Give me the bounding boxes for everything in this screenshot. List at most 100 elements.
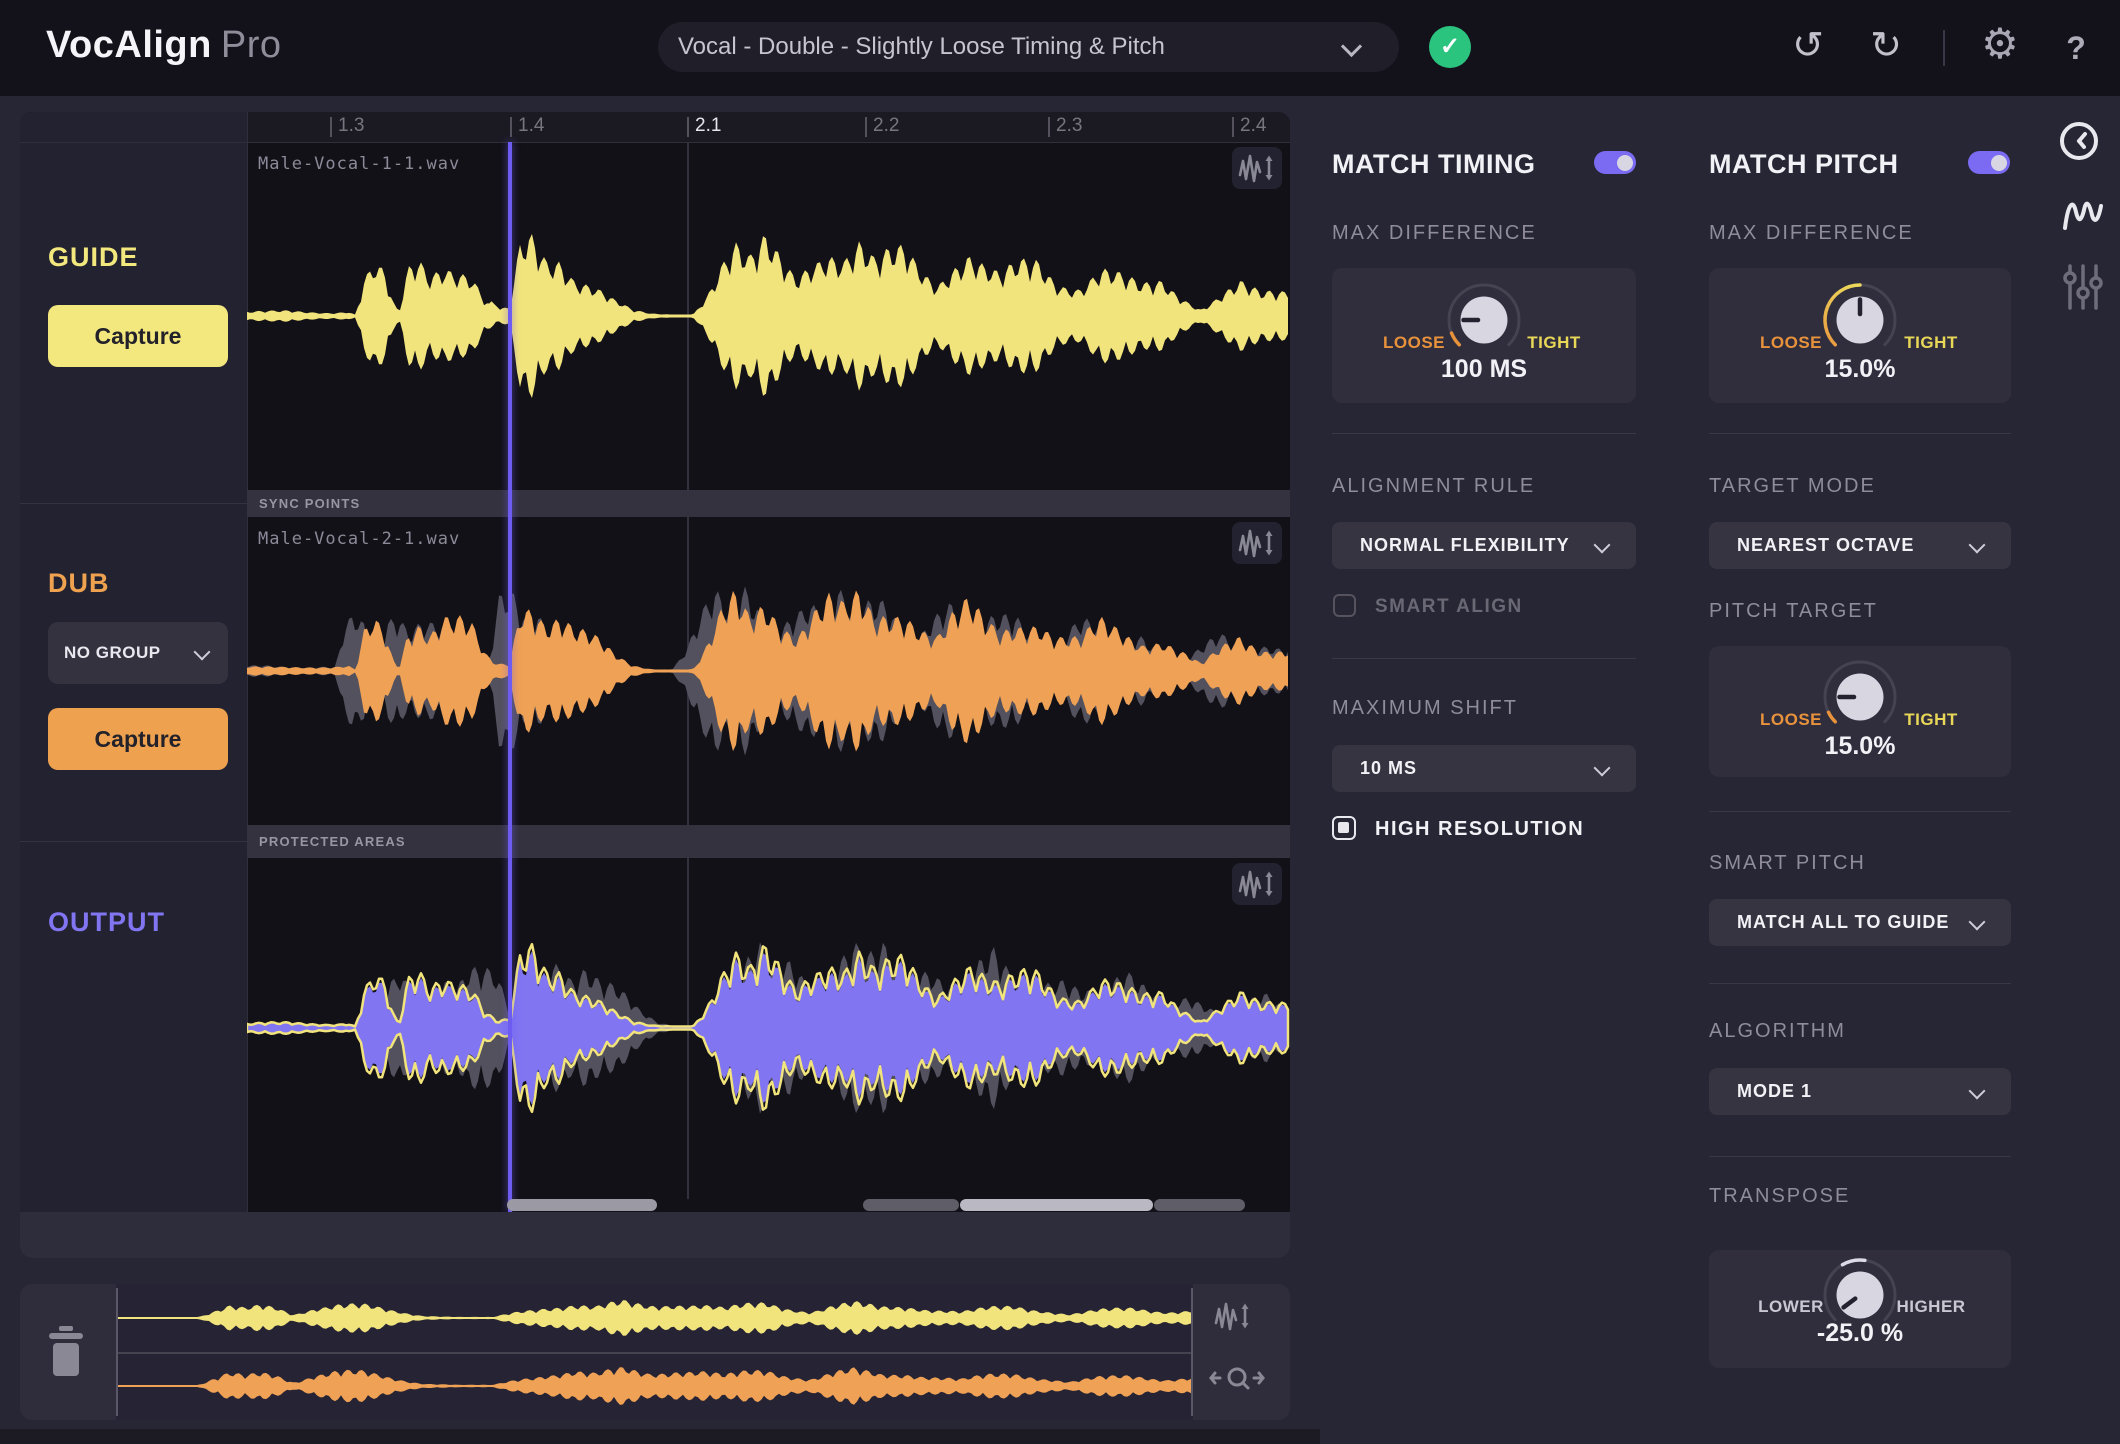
pitch-target-panel: LOOSE TIGHT 15.0% bbox=[1709, 646, 2011, 777]
sidebar-divider bbox=[20, 503, 247, 504]
timing-max-difference-panel: LOOSE TIGHT 100 MS bbox=[1332, 268, 1636, 403]
overview-panel bbox=[20, 1284, 1290, 1420]
chevron-down-icon bbox=[1968, 536, 1986, 554]
timing-view-clock-icon[interactable] bbox=[2056, 118, 2102, 164]
preset-saved-check-icon[interactable]: ✓ bbox=[1429, 26, 1471, 68]
guide-waveform-zoom-button[interactable] bbox=[1232, 147, 1282, 189]
overview-viewport-right-edge[interactable] bbox=[1191, 1288, 1193, 1416]
chevron-down-icon bbox=[1968, 913, 1986, 931]
ruler-tick bbox=[510, 117, 512, 137]
ruler-tick-label: 2.3 bbox=[1056, 115, 1083, 136]
smart-align-label: SMART ALIGN bbox=[1375, 596, 1523, 617]
help-icon[interactable]: ? bbox=[2054, 28, 2098, 72]
ruler-tick bbox=[1232, 117, 1234, 137]
overview-horizontal-zoom-icon[interactable] bbox=[1209, 1358, 1265, 1402]
loose-label: LOOSE bbox=[1759, 710, 1822, 729]
match-timing-toggle[interactable] bbox=[1594, 151, 1636, 174]
guide-track-label: GUIDE bbox=[48, 242, 139, 272]
lower-label: LOWER bbox=[1758, 1297, 1824, 1316]
waveform-vertical-zoom-icon bbox=[1237, 525, 1277, 561]
sync-points-label: SYNC POINTS bbox=[259, 496, 361, 511]
pitch-max-difference-panel: LOOSE TIGHT 15.0% bbox=[1709, 268, 2011, 403]
ruler-tick bbox=[1048, 117, 1050, 137]
protected-areas-strip: PROTECTED AREAS bbox=[247, 825, 1290, 858]
transpose-value: -25.0 % bbox=[1816, 1319, 1904, 1347]
output-waveform[interactable] bbox=[247, 858, 1290, 1199]
settings-sliders-icon[interactable] bbox=[2062, 262, 2104, 312]
chevron-down-icon bbox=[1968, 1082, 1986, 1100]
output-waveform-zoom-button[interactable] bbox=[1232, 863, 1282, 905]
dub-waveform-zoom-button[interactable] bbox=[1232, 522, 1282, 564]
checkbox-fill bbox=[1338, 822, 1349, 833]
track-sidebar: GUIDE Capture DUB NO GROUP Capture OUTPU… bbox=[20, 112, 247, 1212]
sidebar-divider bbox=[20, 841, 247, 842]
maximum-shift-label: MAXIMUM SHIFT bbox=[1332, 697, 1518, 719]
high-resolution-label: HIGH RESOLUTION bbox=[1375, 818, 1585, 840]
preset-dropdown[interactable]: Vocal - Double - Slightly Loose Timing &… bbox=[658, 22, 1399, 72]
target-mode-label: TARGET MODE bbox=[1709, 475, 1876, 497]
tight-label: TIGHT bbox=[1904, 333, 1958, 352]
timing-segment-bars bbox=[247, 1199, 1290, 1213]
guide-waveform[interactable] bbox=[247, 142, 1290, 490]
high-resolution-checkbox[interactable] bbox=[1332, 816, 1356, 840]
section-divider bbox=[1709, 811, 2011, 812]
trash-icon[interactable] bbox=[44, 1326, 88, 1378]
toolbar-divider bbox=[1943, 30, 1945, 66]
waveform-vertical-zoom-icon bbox=[1237, 150, 1277, 186]
guide-capture-button[interactable]: Capture bbox=[48, 305, 228, 367]
section-divider bbox=[1709, 983, 2011, 984]
ruler-tick-label: 1.4 bbox=[518, 115, 545, 136]
tight-label: TIGHT bbox=[1904, 710, 1958, 729]
dub-capture-button[interactable]: Capture bbox=[48, 708, 228, 770]
redo-button[interactable]: ↻ bbox=[1864, 26, 1908, 70]
timing-segment-bar bbox=[863, 1199, 959, 1211]
overview-guide-waveform[interactable] bbox=[116, 1288, 1193, 1348]
loose-label: LOOSE bbox=[1382, 333, 1445, 352]
pitch-view-wave-icon[interactable] bbox=[2060, 190, 2104, 238]
timing-segment-bar bbox=[960, 1199, 1153, 1211]
smart-pitch-dropdown[interactable]: MATCH ALL TO GUIDE bbox=[1709, 899, 2011, 946]
overview-viewport-left-edge[interactable] bbox=[116, 1288, 118, 1416]
dub-group-dropdown[interactable]: NO GROUP bbox=[48, 622, 228, 684]
match-pitch-title: MATCH PITCH bbox=[1709, 149, 1899, 179]
pitch-target-label: PITCH TARGET bbox=[1709, 600, 1878, 622]
alignment-rule-value: NORMAL FLEXIBILITY bbox=[1360, 535, 1570, 555]
app-logo-primary: VocAlign bbox=[46, 24, 212, 66]
guide-file-name: Male-Vocal-1-1.wav bbox=[258, 154, 461, 174]
toggle-knob bbox=[1991, 154, 2007, 171]
transpose-label: TRANSPOSE bbox=[1709, 1185, 1851, 1207]
horizontal-scroll-strip[interactable] bbox=[20, 1212, 1290, 1258]
ruler-tick bbox=[330, 117, 332, 137]
section-divider bbox=[1709, 433, 2011, 434]
maximum-shift-dropdown[interactable]: 10 MS bbox=[1332, 745, 1636, 792]
timing-max-difference-value: 100 MS bbox=[1440, 355, 1528, 383]
match-timing-title: MATCH TIMING bbox=[1332, 149, 1536, 179]
pitch-target-value: 15.0% bbox=[1824, 732, 1896, 760]
overview-waveform-zoom-icon[interactable] bbox=[1213, 1298, 1257, 1342]
app-logo-secondary: Pro bbox=[220, 24, 282, 66]
section-divider bbox=[1332, 658, 1636, 659]
loose-label: LOOSE bbox=[1759, 333, 1822, 352]
undo-button[interactable]: ↺ bbox=[1786, 26, 1830, 70]
playhead[interactable] bbox=[508, 142, 512, 1212]
maximum-shift-value: 10 MS bbox=[1360, 758, 1418, 778]
ruler-tick bbox=[687, 117, 689, 137]
ruler-tick-label: 2.2 bbox=[873, 115, 900, 136]
smart-align-checkbox[interactable] bbox=[1333, 594, 1356, 617]
tight-label: TIGHT bbox=[1527, 333, 1581, 352]
settings-gear-icon[interactable]: ⚙ bbox=[1978, 23, 2022, 68]
timeline-ruler[interactable]: 1.3 1.4 2.1 2.2 2.3 2.4 bbox=[247, 112, 1290, 142]
alignment-rule-dropdown[interactable]: NORMAL FLEXIBILITY bbox=[1332, 522, 1636, 569]
vocalign-pro-window: VocAlign Pro Vocal - Double - Slightly Lo… bbox=[0, 0, 2120, 1444]
match-pitch-toggle[interactable] bbox=[1968, 151, 2010, 174]
overview-dub-waveform[interactable] bbox=[116, 1356, 1193, 1416]
alignment-rule-label: ALIGNMENT RULE bbox=[1332, 475, 1536, 497]
higher-label: HIGHER bbox=[1896, 1297, 1966, 1316]
target-mode-dropdown[interactable]: NEAREST OCTAVE bbox=[1709, 522, 2011, 569]
chevron-down-icon bbox=[1593, 536, 1611, 554]
algorithm-label: ALGORITHM bbox=[1709, 1020, 1846, 1042]
algorithm-dropdown[interactable]: MODE 1 bbox=[1709, 1068, 2011, 1115]
timing-segment-bar bbox=[1154, 1199, 1245, 1211]
dub-waveform[interactable] bbox=[247, 517, 1290, 825]
sync-points-strip: SYNC POINTS bbox=[247, 490, 1290, 517]
